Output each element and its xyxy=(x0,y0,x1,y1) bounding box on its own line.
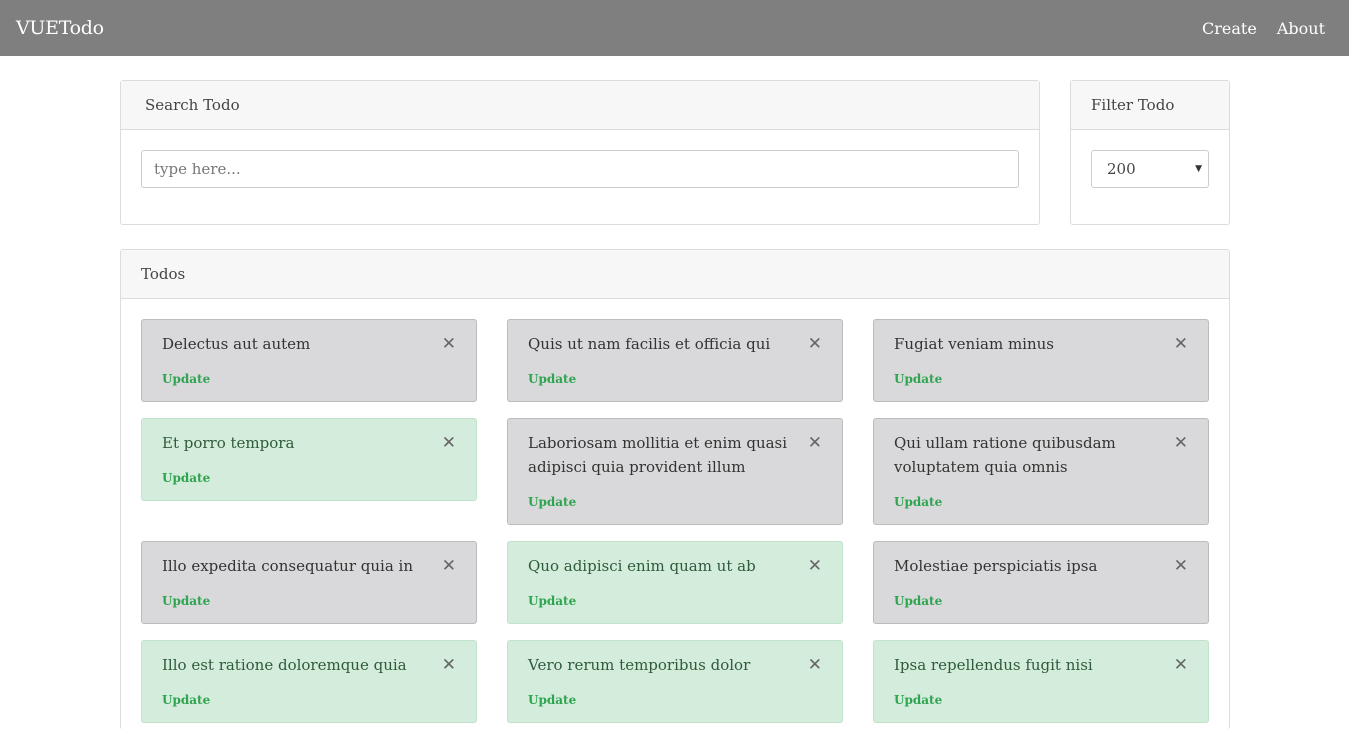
search-card-body xyxy=(121,130,1039,208)
nav-link-about[interactable]: About xyxy=(1277,19,1325,38)
todo-card[interactable]: Laboriosam mollitia et enim quasi adipis… xyxy=(507,418,843,525)
todo-card[interactable]: Quo adipisci enim quam ut ab ✕ Update xyxy=(507,541,843,624)
todo-card[interactable]: Quis ut nam facilis et officia qui ✕ Updat… xyxy=(507,319,843,402)
close-icon[interactable]: ✕ xyxy=(1174,431,1188,455)
todo-title: Et porro tempora xyxy=(162,434,295,452)
todo-card[interactable]: Vero rerum temporibus dolor ✕ Update xyxy=(507,640,843,723)
todos-card: Todos Delectus aut autem ✕ Update Quis ut n… xyxy=(120,249,1230,729)
close-icon[interactable]: ✕ xyxy=(808,653,822,677)
todo-title: Molestiae perspiciatis ipsa xyxy=(894,557,1098,575)
todo-title: Illo est ratione doloremque quia xyxy=(162,656,407,674)
filter-select[interactable]: 200 ▼ xyxy=(1091,150,1209,188)
close-icon[interactable]: ✕ xyxy=(442,554,456,578)
todos-grid: Delectus aut autem ✕ Update Quis ut nam fac… xyxy=(121,299,1229,723)
todo-title: Laboriosam mollitia et enim quasi adipis… xyxy=(528,434,788,476)
close-icon[interactable]: ✕ xyxy=(1174,332,1188,356)
navbar: VUETodo Create About xyxy=(0,0,1349,56)
todo-title: Ipsa repellendus fugit nisi xyxy=(894,656,1093,674)
todo-card[interactable]: Delectus aut autem ✕ Update xyxy=(141,319,477,402)
todo-card[interactable]: Qui ullam ratione quibusdam voluptatem q… xyxy=(873,418,1209,525)
todo-update-link[interactable]: Update xyxy=(894,495,942,509)
todo-title: Quis ut nam facilis et officia qui xyxy=(528,335,771,353)
main-container: Search Todo Filter Todo 200 ▼ Todos Dele… xyxy=(120,80,1230,729)
search-input[interactable] xyxy=(141,150,1019,188)
todo-update-link[interactable]: Update xyxy=(894,372,942,386)
todo-card[interactable]: Fugiat veniam minus ✕ Update xyxy=(873,319,1209,402)
search-card-title: Search Todo xyxy=(121,81,1039,130)
filter-card: Filter Todo 200 ▼ xyxy=(1070,80,1230,225)
todo-card[interactable]: Ipsa repellendus fugit nisi ✕ Update xyxy=(873,640,1209,723)
todo-card[interactable]: Et porro tempora ✕ Update xyxy=(141,418,477,501)
brand-logo[interactable]: VUETodo xyxy=(16,17,104,39)
search-card: Search Todo xyxy=(120,80,1040,225)
todo-update-link[interactable]: Update xyxy=(528,693,576,707)
todo-update-link[interactable]: Update xyxy=(528,495,576,509)
todo-update-link[interactable]: Update xyxy=(162,594,210,608)
nav-link-create[interactable]: Create xyxy=(1202,19,1257,38)
todo-card[interactable]: Illo expedita consequatur quia in ✕ Update xyxy=(141,541,477,624)
chevron-down-icon: ▼ xyxy=(1195,164,1202,174)
todo-update-link[interactable]: Update xyxy=(162,693,210,707)
todo-title: Quo adipisci enim quam ut ab xyxy=(528,557,756,575)
todo-title: Fugiat veniam minus xyxy=(894,335,1054,353)
close-icon[interactable]: ✕ xyxy=(442,653,456,677)
todos-card-title: Todos xyxy=(121,250,1229,299)
close-icon[interactable]: ✕ xyxy=(808,431,822,455)
close-icon[interactable]: ✕ xyxy=(1174,554,1188,578)
close-icon[interactable]: ✕ xyxy=(442,332,456,356)
todo-card[interactable]: Illo est ratione doloremque quia ✕ Update xyxy=(141,640,477,723)
todo-update-link[interactable]: Update xyxy=(528,594,576,608)
todo-title: Vero rerum temporibus dolor xyxy=(528,656,751,674)
filter-select-value: 200 xyxy=(1107,160,1136,178)
close-icon[interactable]: ✕ xyxy=(1174,653,1188,677)
top-row: Search Todo Filter Todo 200 ▼ xyxy=(120,80,1230,225)
filter-card-title: Filter Todo xyxy=(1071,81,1229,130)
nav-links: Create About xyxy=(1202,19,1333,38)
todo-title: Delectus aut autem xyxy=(162,335,311,353)
todo-title: Illo expedita consequatur quia in xyxy=(162,557,414,575)
close-icon[interactable]: ✕ xyxy=(442,431,456,455)
close-icon[interactable]: ✕ xyxy=(808,554,822,578)
todo-update-link[interactable]: Update xyxy=(162,471,210,485)
todo-card[interactable]: Molestiae perspiciatis ipsa ✕ Update xyxy=(873,541,1209,624)
close-icon[interactable]: ✕ xyxy=(808,332,822,356)
todo-update-link[interactable]: Update xyxy=(162,372,210,386)
todo-update-link[interactable]: Update xyxy=(528,372,576,386)
todo-title: Qui ullam ratione quibusdam voluptatem q… xyxy=(894,434,1116,476)
filter-card-body: 200 ▼ xyxy=(1071,130,1229,208)
todo-update-link[interactable]: Update xyxy=(894,693,942,707)
todo-update-link[interactable]: Update xyxy=(894,594,942,608)
